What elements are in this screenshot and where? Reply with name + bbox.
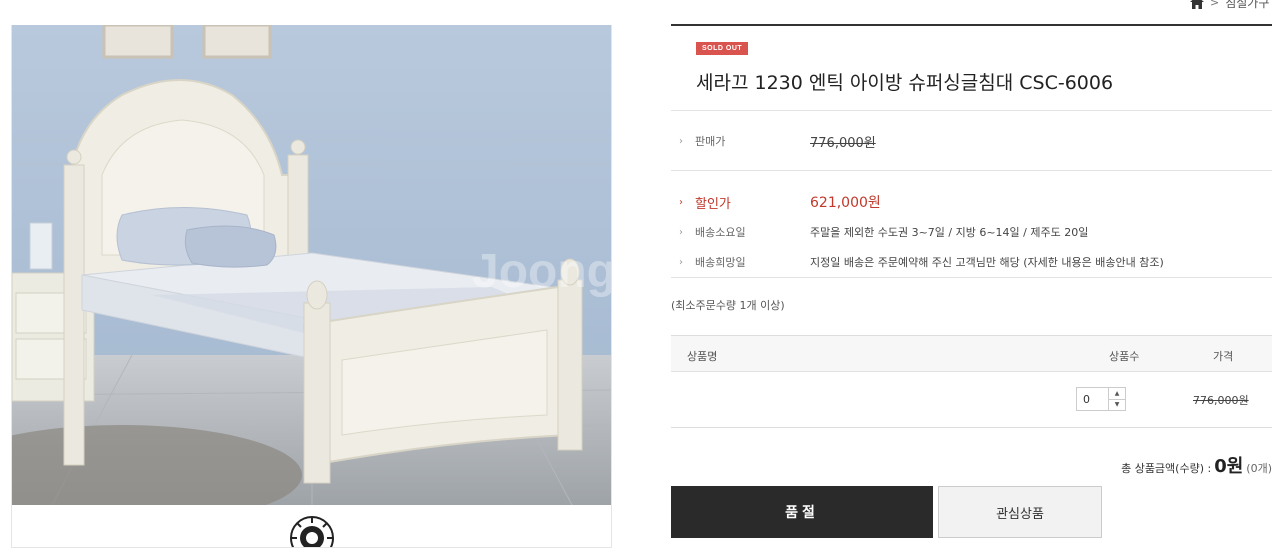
- chevron-right-icon: ›: [679, 135, 683, 147]
- price-label: 판매가: [695, 135, 726, 148]
- divider: [671, 277, 1272, 278]
- caret-up-icon: ▲: [1114, 389, 1120, 397]
- divider: [671, 24, 1272, 26]
- breadcrumb: > 침실가구: [1190, 0, 1269, 11]
- shipping-label: 배송소요일: [695, 226, 746, 239]
- total-count: (0개): [1246, 462, 1272, 475]
- product-image-panel: Joong: [11, 25, 612, 548]
- brand-logo-thumbnail[interactable]: [289, 515, 335, 547]
- info-row-shipping: › 배송소요일 주말을 제외한 수도권 3~7일 / 지방 6~14일 / 제주…: [671, 222, 1272, 242]
- increment-button[interactable]: ▲: [1109, 388, 1125, 399]
- chevron-right-icon: ›: [679, 196, 683, 208]
- quantity-stepper[interactable]: ▲ ▼: [1076, 387, 1126, 411]
- info-row-sale-price: › 할인가 621,000원: [671, 192, 1272, 212]
- delivery-date-label: 배송희망일: [695, 256, 746, 269]
- product-main-image[interactable]: Joong: [12, 25, 612, 505]
- chevron-right-icon: >: [1210, 0, 1220, 9]
- quantity-input[interactable]: [1077, 388, 1108, 410]
- shipping-value: 주말을 제외한 수도권 3~7일 / 지방 6~14일 / 제주도 20일: [810, 226, 1089, 239]
- caret-down-icon: ▼: [1114, 401, 1120, 409]
- total-amount: 총 상품금액(수량) : 0원 (0개): [1121, 452, 1272, 478]
- info-row-delivery-date: › 배송희망일 지정일 배송은 주문예약해 주신 고객님만 해당 (자세한 내용…: [671, 252, 1272, 272]
- total-value: 0원: [1214, 456, 1244, 477]
- price-value: 776,000원: [810, 135, 876, 151]
- sale-price-value: 621,000원: [810, 195, 881, 211]
- divider: [671, 170, 1272, 171]
- row-price: 776,000원: [1193, 394, 1249, 407]
- delivery-date-value: 지정일 배송은 주문예약해 주신 고객님만 해당 (자세한 내용은 배송안내 참…: [810, 256, 1164, 269]
- options-table-header: 상품명 상품수 가격: [671, 335, 1272, 372]
- chevron-right-icon: ›: [679, 256, 683, 268]
- sold-out-badge: SOLD OUT: [696, 42, 749, 55]
- product-title: 세라끄 1230 엔틱 아이방 슈퍼싱글침대 CSC-6006: [696, 72, 1114, 94]
- column-header-quantity: 상품수: [1109, 350, 1140, 363]
- min-order-note: (최소주문수량 1개 이상): [671, 299, 785, 312]
- decrement-button[interactable]: ▼: [1109, 398, 1125, 411]
- chevron-right-icon: ›: [679, 226, 683, 238]
- column-header-name: 상품명: [687, 350, 718, 363]
- sold-out-button[interactable]: 품절: [671, 486, 933, 538]
- total-label: 총 상품금액(수량) :: [1121, 462, 1212, 475]
- image-watermark: Joong: [472, 245, 612, 298]
- column-header-price: 가격: [1213, 350, 1234, 363]
- sale-price-label: 할인가: [695, 196, 731, 212]
- breadcrumb-current[interactable]: 침실가구: [1225, 0, 1269, 11]
- table-row: ▲ ▼ 776,000원: [671, 372, 1272, 428]
- divider: [671, 110, 1272, 111]
- home-icon[interactable]: [1190, 0, 1204, 9]
- wishlist-button[interactable]: 관심상품: [938, 486, 1102, 538]
- info-row-price: › 판매가 776,000원: [671, 131, 1272, 151]
